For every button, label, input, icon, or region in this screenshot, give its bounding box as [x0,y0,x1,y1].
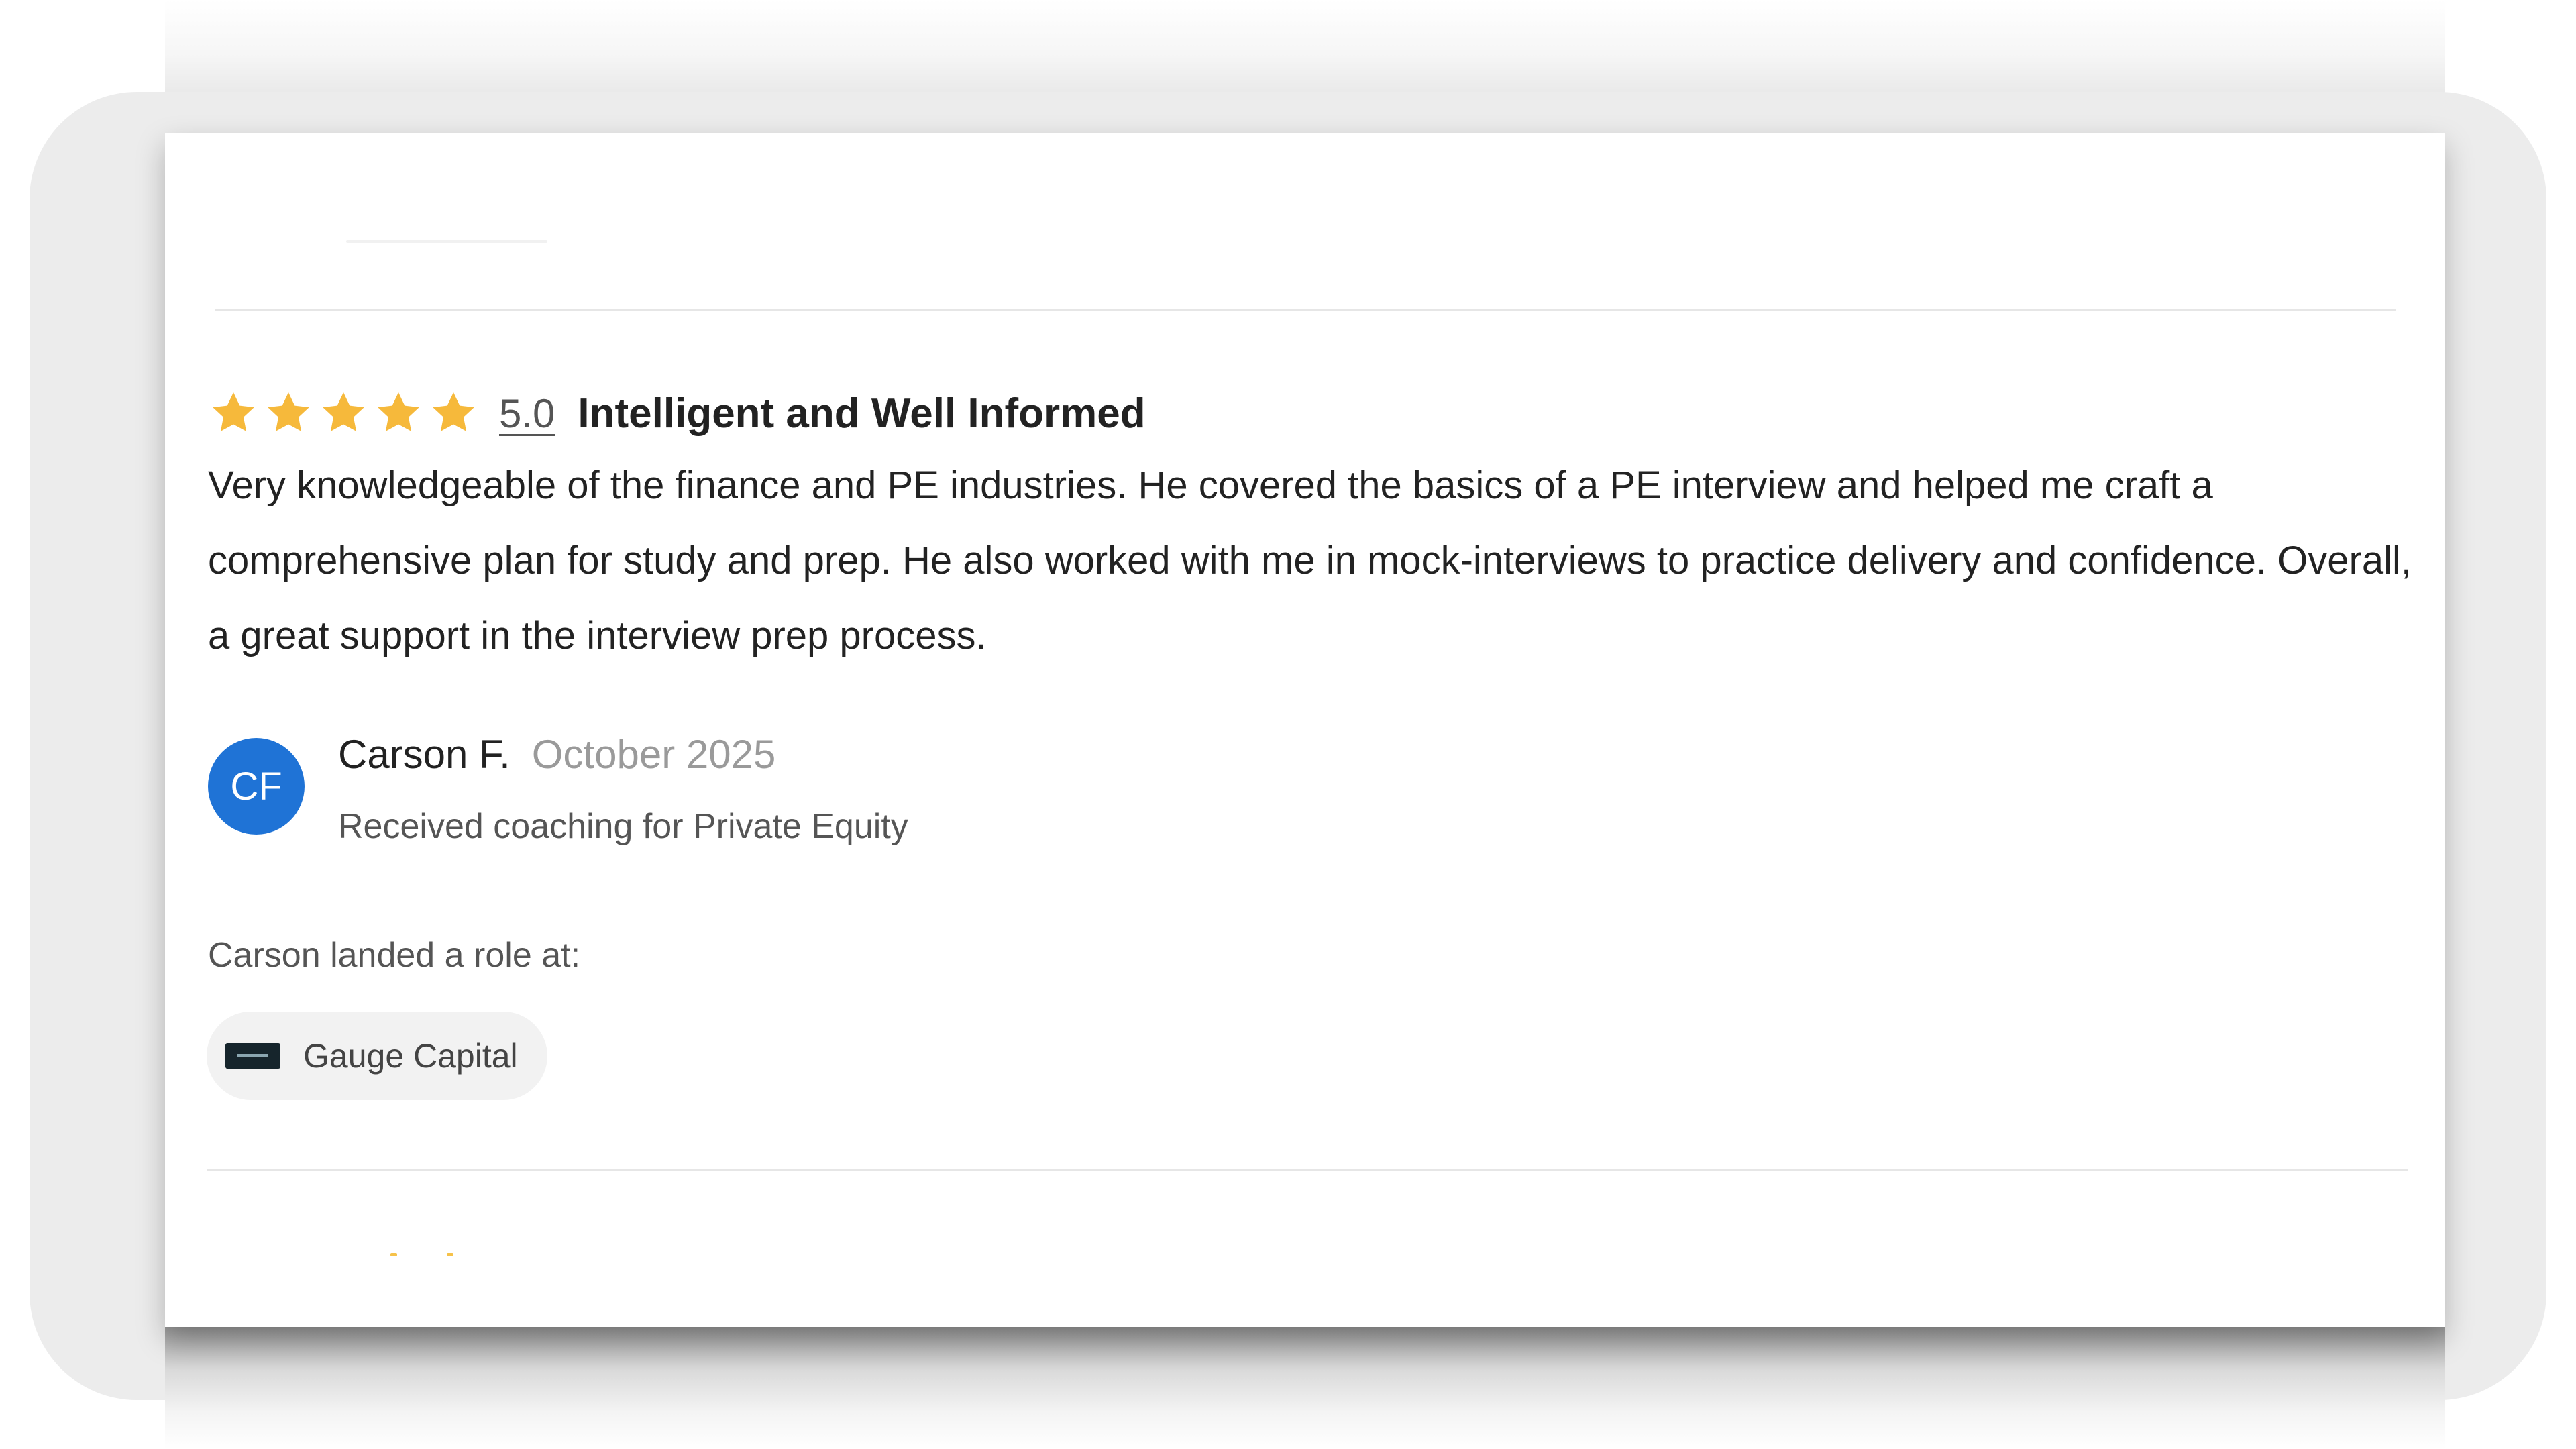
rating-score-link[interactable]: 5.0 [499,390,555,437]
company-chip[interactable]: Gauge Capital [207,1012,547,1100]
bottom-divider [207,1169,2408,1171]
bottom-page-haze [165,1327,2445,1449]
faded-tab-indicator [346,240,547,243]
next-review-peek [390,1246,471,1260]
star-icon [268,392,309,431]
review-title: Intelligent and Well Informed [578,390,1146,437]
landed-role-label: Carson landed a role at: [208,936,581,975]
star-icon [378,392,419,431]
star-icon [323,392,364,431]
avatar: CF [208,738,305,835]
review-card: 5.0 Intelligent and Well Informed Very k… [165,133,2445,1327]
review-date: October 2025 [531,732,776,777]
coaching-info: Received coaching for Private Equity [338,807,908,846]
star-icon [213,392,254,431]
rating-row: 5.0 Intelligent and Well Informed [208,380,1146,447]
author-line: Carson F. October 2025 [338,731,775,777]
star-rating [208,388,479,439]
top-divider [215,309,2396,311]
star-icon [433,392,474,431]
review-body: Very knowledgeable of the finance and PE… [208,464,2412,657]
company-logo [225,1043,280,1069]
author-name: Carson F. [338,732,511,777]
company-name: Gauge Capital [303,1037,518,1075]
